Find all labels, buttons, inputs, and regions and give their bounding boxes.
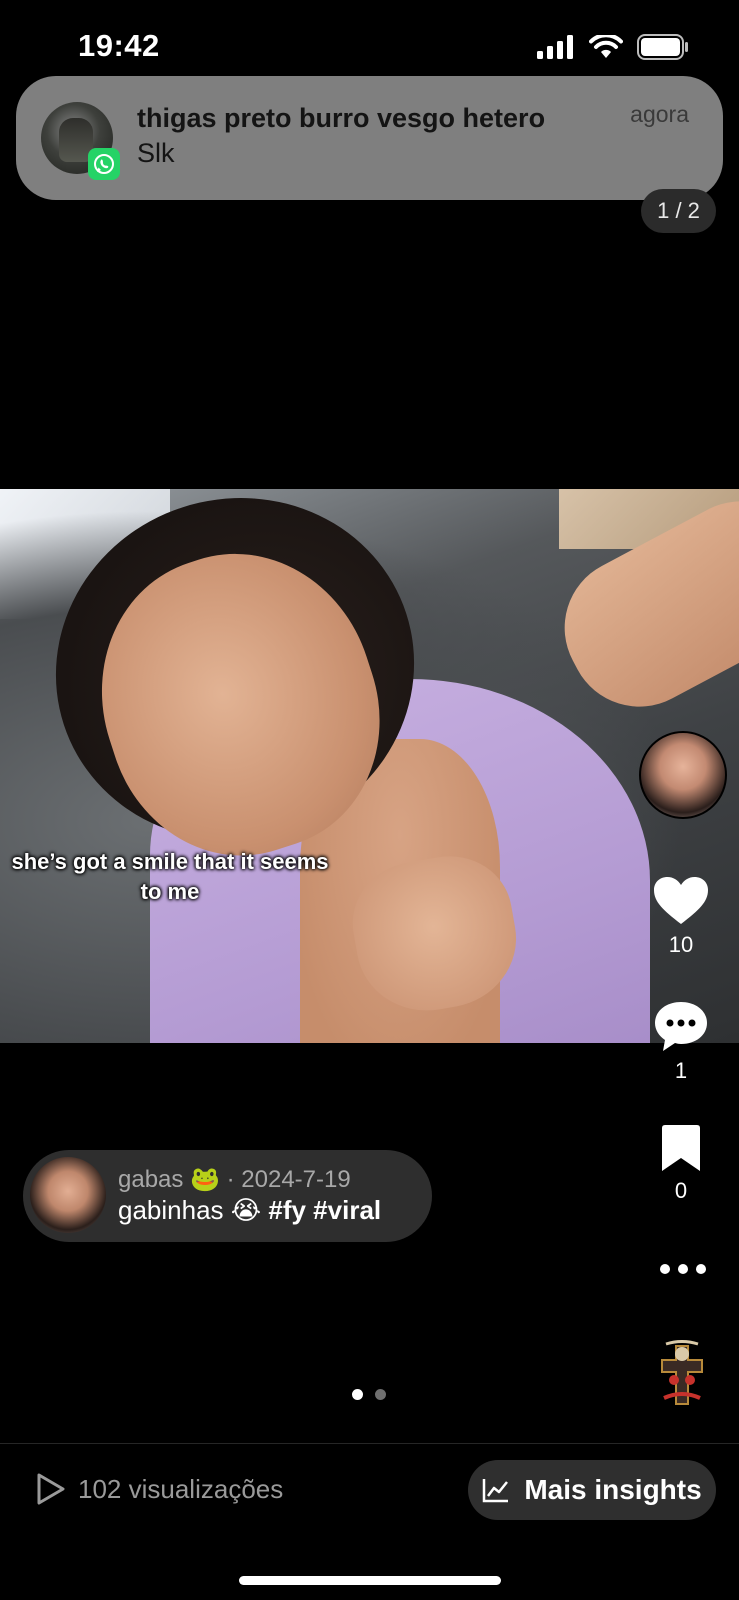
notification-title: thigas preto burro vesgo hetero [137, 103, 546, 133]
caption-text: gabinhas 😭 [118, 1195, 262, 1225]
views-count: 102 visualizações [78, 1473, 284, 1504]
notification-message: Slk [137, 138, 175, 168]
footer-divider [0, 1443, 739, 1444]
like-count: 10 [668, 932, 694, 957]
like-button[interactable]: 10 [646, 876, 716, 958]
creator-avatar[interactable] [639, 731, 727, 819]
comment-button[interactable]: 1 [646, 1000, 716, 1084]
pagination-dot [375, 1389, 386, 1400]
save-count: 0 [674, 1178, 688, 1203]
whatsapp-icon [88, 148, 120, 180]
more-insights-button[interactable]: Mais insights [468, 1460, 716, 1520]
comment-count: 1 [674, 1058, 688, 1083]
views-stat: 102 visualizações [36, 1472, 283, 1506]
notification-time: agora [630, 101, 689, 127]
play-icon [37, 1473, 65, 1505]
battery-icon [637, 34, 688, 60]
signal-icon [537, 35, 573, 59]
author-and-date: gabas 🐸 · 2024-7-19 [118, 1166, 351, 1193]
post-photo[interactable]: she’s got a smile that it seems to me [0, 489, 739, 1043]
comment-bubble-icon [655, 1002, 707, 1051]
home-indicator[interactable] [239, 1576, 501, 1585]
bookmark-icon [662, 1125, 700, 1171]
photo-text-overlay: she’s got a smile that it seems to me [11, 849, 329, 904]
music-cover-icon[interactable] [656, 1340, 708, 1410]
chart-line-icon [483, 1479, 509, 1503]
post-caption: gabinhas 😭 #fy #viral [118, 1195, 381, 1226]
status-time: 19:42 [78, 28, 160, 63]
save-button[interactable]: 0 [646, 1124, 716, 1204]
wifi-icon [589, 34, 623, 58]
more-options-icon[interactable] [660, 1264, 706, 1274]
carousel-pagination [352, 1389, 386, 1400]
author-avatar[interactable] [30, 1157, 106, 1233]
pagination-dot [352, 1389, 363, 1400]
caption-hashtags[interactable]: #fy #viral [268, 1195, 381, 1225]
heart-icon [654, 877, 708, 924]
media-page-counter: 1 / 2 [641, 189, 716, 233]
notification-banner[interactable] [16, 76, 723, 200]
status-icons [537, 34, 689, 60]
more-insights-label: Mais insights [524, 1474, 702, 1505]
